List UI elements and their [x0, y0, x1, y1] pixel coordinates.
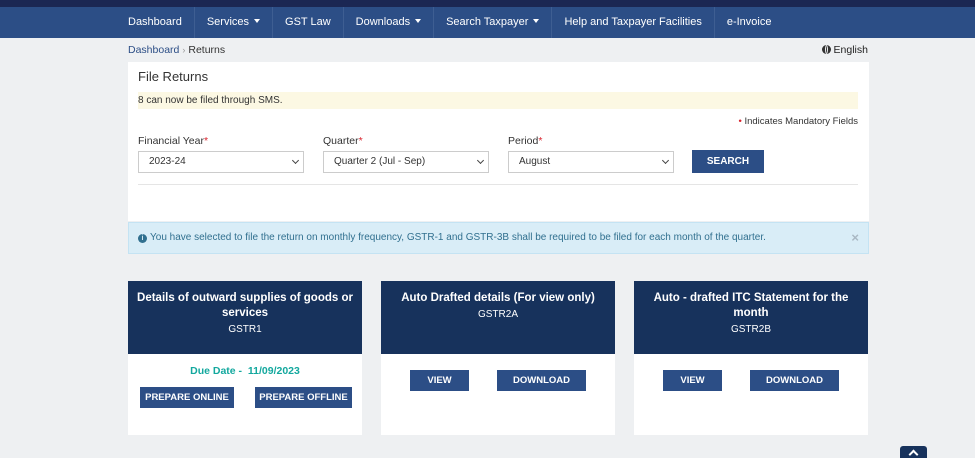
due-date-label: Due Date -	[190, 365, 243, 377]
gstr2b-card-code: GSTR2B	[730, 324, 771, 335]
info-message: You have selected to file the return on …	[150, 232, 766, 243]
breadcrumb-current: Returns	[188, 44, 226, 56]
period-label-text: Period	[508, 135, 539, 147]
gstr2a-card-header: Auto Drafted details (For view only) GST…	[381, 281, 615, 354]
gstr2a-card: Auto Drafted details (For view only) GST…	[381, 281, 615, 435]
gstr2b-view-button[interactable]: VIEW	[663, 370, 722, 391]
search-button[interactable]: SEARCH	[692, 150, 764, 173]
nav-e-invoice-label: e-Invoice	[726, 16, 772, 28]
nav-services[interactable]: Services	[195, 7, 274, 38]
gstr2a-download-button[interactable]: DOWNLOAD	[497, 370, 586, 391]
financial-year-select[interactable]: 2023-24	[138, 151, 304, 173]
financial-year-label: Financial Year*	[138, 135, 208, 147]
prepare-offline-button[interactable]: PREPARE OFFLINE	[255, 387, 352, 408]
period-value: August	[519, 156, 551, 167]
main-navbar: Dashboard Services GST Law Downloads Sea…	[0, 7, 975, 38]
file-returns-panel: File Returns 8 can now be filed through …	[128, 62, 869, 221]
breadcrumb-separator: ›	[182, 45, 186, 55]
required-star: *	[203, 135, 209, 147]
nav-gst-law[interactable]: GST Law	[273, 7, 344, 38]
sms-notice: 8 can now be filed through SMS.	[138, 92, 858, 109]
chevron-down-icon	[415, 19, 422, 23]
language-label: English	[833, 44, 868, 56]
language-selector[interactable]: English	[821, 44, 868, 56]
gstr1-card-code: GSTR1	[228, 324, 262, 335]
nav-help-label: Help and Taxpayer Facilities	[564, 16, 702, 28]
chevron-down-icon	[533, 19, 540, 23]
gstr1-card-header: Details of outward supplies of goods or …	[128, 281, 362, 354]
gstr1-card: Details of outward supplies of goods or …	[128, 281, 362, 435]
quarter-select[interactable]: Quarter 2 (Jul - Sep)	[323, 151, 489, 173]
panel-divider	[138, 184, 858, 185]
required-star: *	[538, 135, 543, 147]
financial-year-value: 2023-24	[149, 156, 186, 167]
nav-downloads-label: Downloads	[355, 16, 411, 28]
nav-dashboard[interactable]: Dashboard	[116, 7, 195, 38]
nav-help[interactable]: Help and Taxpayer Facilities	[552, 7, 715, 38]
globe-icon	[821, 45, 831, 54]
gstr2a-view-button[interactable]: VIEW	[410, 370, 469, 391]
info-alert: i You have selected to file the return on…	[128, 222, 869, 254]
mandatory-note: • Indicates Mandatory Fields	[739, 116, 859, 127]
page-title: File Returns	[138, 69, 209, 84]
gstr2b-download-button[interactable]: DOWNLOAD	[750, 370, 839, 391]
top-strip	[0, 0, 975, 7]
info-icon: i	[138, 234, 147, 243]
breadcrumb: Dashboard › Returns	[128, 44, 225, 56]
period-select[interactable]: August	[508, 151, 674, 173]
financial-year-label-text: Financial Year	[138, 135, 204, 147]
gstr2a-card-code: GSTR2A	[477, 309, 518, 320]
nav-downloads[interactable]: Downloads	[344, 7, 435, 38]
gstr1-card-title: Details of outward supplies of goods or …	[137, 292, 353, 319]
prepare-online-button[interactable]: PREPARE ONLINE	[140, 387, 234, 408]
chevron-down-icon	[254, 19, 261, 23]
gstr2b-card: Auto - drafted ITC Statement for the mon…	[634, 281, 868, 435]
period-label: Period*	[508, 135, 542, 147]
gstr2b-card-title: Auto - drafted ITC Statement for the mon…	[653, 292, 849, 319]
nav-e-invoice[interactable]: e-Invoice	[715, 7, 784, 38]
due-date-value: 11/09/2023	[247, 365, 300, 377]
nav-list: Dashboard Services GST Law Downloads Sea…	[116, 7, 783, 38]
required-star: *	[358, 135, 363, 147]
nav-dashboard-label: Dashboard	[128, 16, 182, 28]
scroll-to-top-button[interactable]	[900, 446, 927, 458]
breadcrumb-dashboard-link[interactable]: Dashboard	[128, 44, 179, 56]
due-date: Due Date - 11/09/2023	[128, 365, 362, 377]
mandatory-star: •	[738, 116, 742, 127]
gstr2a-card-title: Auto Drafted details (For view only)	[401, 292, 595, 304]
gstr2b-card-header: Auto - drafted ITC Statement for the mon…	[634, 281, 868, 354]
quarter-label: Quarter*	[323, 135, 363, 147]
nav-gst-law-label: GST Law	[285, 16, 331, 28]
nav-search-taxpayer[interactable]: Search Taxpayer	[434, 7, 553, 38]
close-icon[interactable]: ×	[851, 223, 859, 253]
mandatory-note-text: Indicates Mandatory Fields	[744, 116, 858, 127]
nav-search-taxpayer-label: Search Taxpayer	[446, 16, 529, 28]
quarter-label-text: Quarter	[323, 135, 359, 147]
quarter-value: Quarter 2 (Jul - Sep)	[334, 156, 426, 167]
nav-services-label: Services	[206, 16, 250, 28]
